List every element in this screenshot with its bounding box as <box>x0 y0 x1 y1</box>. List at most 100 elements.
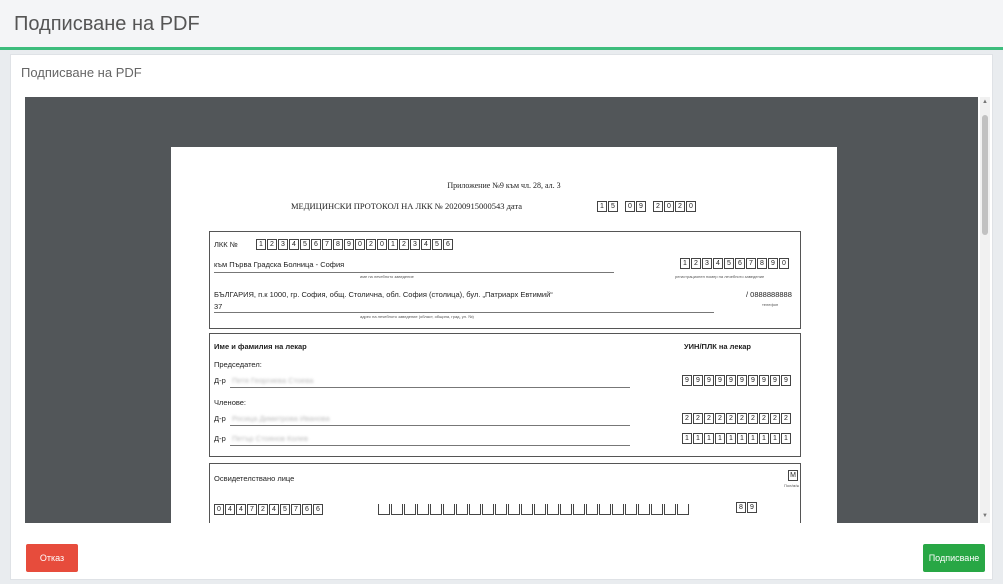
member1-line <box>230 425 630 426</box>
digit-box: 4 <box>236 504 246 515</box>
digit-box: 1 <box>781 433 791 444</box>
member1-prefix: Д-р <box>214 414 226 423</box>
empty-box <box>521 504 533 515</box>
digit-box: 2 <box>704 413 714 424</box>
page-title: Подписване на PDF <box>14 13 200 35</box>
digit-box: 8 <box>757 258 767 269</box>
digit-box: 4 <box>713 258 723 269</box>
digit-box: 3 <box>278 239 288 250</box>
uin-header: УИН/ПЛК на лекар <box>684 342 751 351</box>
digit-box: 9 <box>682 375 692 386</box>
digit-box: 2 <box>693 413 703 424</box>
viewer-scrollbar[interactable]: ▲ ▼ <box>980 97 990 523</box>
digit-box: 9 <box>715 375 725 386</box>
digit-box: 8 <box>333 239 343 250</box>
digit-box: 1 <box>715 433 725 444</box>
card-title: Подписване на PDF <box>21 65 142 80</box>
empty-box <box>547 504 559 515</box>
member1-name: Росица Димитрова Иванова <box>232 414 330 423</box>
patient-label: Освидетелствано лице <box>214 474 295 483</box>
digit-box: 1 <box>770 433 780 444</box>
digit-box: 9 <box>781 375 791 386</box>
chair-prefix: Д-р <box>214 376 226 385</box>
empty-box <box>586 504 598 515</box>
digit-box: 0 <box>625 201 635 212</box>
digit-box: 1 <box>726 433 736 444</box>
sign-button[interactable]: Подписване <box>923 544 985 572</box>
empty-box <box>612 504 624 515</box>
scroll-down-icon[interactable]: ▼ <box>982 513 988 519</box>
address-cont: 37 <box>214 302 223 311</box>
digit-box: 4 <box>289 239 299 250</box>
empty-box <box>456 504 468 515</box>
digit-box: 2 <box>748 413 758 424</box>
digit-box: 9 <box>759 375 769 386</box>
sign-pdf-card: Подписване на PDF Приложение №9 към чл. … <box>10 54 993 580</box>
digit-box: 6 <box>302 504 312 515</box>
chair-label: Председател: <box>214 360 262 369</box>
scroll-up-icon[interactable]: ▲ <box>982 99 988 105</box>
empty-box <box>404 504 416 515</box>
digit-box: 8 <box>736 502 746 513</box>
digit-box: 0 <box>686 201 696 212</box>
empty-box <box>651 504 663 515</box>
address-caption: адрес на лечебното заведение (област, об… <box>360 314 474 319</box>
digit-box: 4 <box>225 504 235 515</box>
empty-box <box>534 504 546 515</box>
digit-box: 2 <box>258 504 268 515</box>
empty-box <box>677 504 689 515</box>
egn-boxes: 0447245766 <box>214 504 324 515</box>
egn2-boxes: 89 <box>736 502 758 513</box>
pdf-page: Приложение №9 към чл. 28, ал. 3 МЕДИЦИНС… <box>171 147 837 523</box>
digit-box: 1 <box>680 258 690 269</box>
member2-uin-boxes: 1111111111 <box>682 433 792 444</box>
digit-box: 2 <box>726 413 736 424</box>
empty-box <box>664 504 676 515</box>
cancel-button[interactable]: Отказ <box>26 544 78 572</box>
lkk-section: ЛКК № 123456789020123456 към Първа Градс… <box>209 231 801 329</box>
digit-box: 4 <box>421 239 431 250</box>
empty-box <box>625 504 637 515</box>
digit-box: 5 <box>608 201 618 212</box>
pdf-viewer[interactable]: Приложение №9 към чл. 28, ал. 3 МЕДИЦИНС… <box>25 97 978 523</box>
digit-box: 9 <box>748 375 758 386</box>
digit-box: 9 <box>737 375 747 386</box>
digit-box: 0 <box>377 239 387 250</box>
hospital-line <box>214 272 614 273</box>
doc-appendix: Приложение №9 към чл. 28, ал. 3 <box>447 181 561 190</box>
member1-uin-boxes: 2222222222 <box>682 413 792 424</box>
hospital-caption: име на лечебното заведение <box>360 274 414 279</box>
digit-box: 1 <box>597 201 607 212</box>
digit-box: 1 <box>256 239 266 250</box>
empty-box <box>417 504 429 515</box>
digit-box: 2 <box>770 413 780 424</box>
digit-box: 9 <box>704 375 714 386</box>
digit-box: 9 <box>344 239 354 250</box>
scrollbar-thumb[interactable] <box>982 115 988 235</box>
digit-box: 2 <box>737 413 747 424</box>
digit-box: 1 <box>759 433 769 444</box>
member2-name: Петър Стоянов Колев <box>232 434 308 443</box>
members-label: Членове: <box>214 398 247 407</box>
chair-line <box>230 387 630 388</box>
digit-box: 2 <box>653 201 663 212</box>
empty-box <box>430 504 442 515</box>
digit-box: 7 <box>247 504 257 515</box>
digit-box: 2 <box>399 239 409 250</box>
digit-box: 7 <box>746 258 756 269</box>
empty-box <box>391 504 403 515</box>
lkk-label: ЛКК № <box>214 240 238 249</box>
digit-box: 5 <box>432 239 442 250</box>
digit-box: 0 <box>779 258 789 269</box>
digit-box: 1 <box>682 433 692 444</box>
digit-box: 2 <box>267 239 277 250</box>
digit-box: 1 <box>693 433 703 444</box>
digit-box: 9 <box>693 375 703 386</box>
digit-box: 9 <box>726 375 736 386</box>
gender-box: М <box>788 470 799 481</box>
empty-box <box>599 504 611 515</box>
empty-box <box>378 504 390 515</box>
digit-box: 2 <box>759 413 769 424</box>
digit-box: 1 <box>737 433 747 444</box>
chair-name: Петя Георгиева Стоева <box>232 376 314 385</box>
